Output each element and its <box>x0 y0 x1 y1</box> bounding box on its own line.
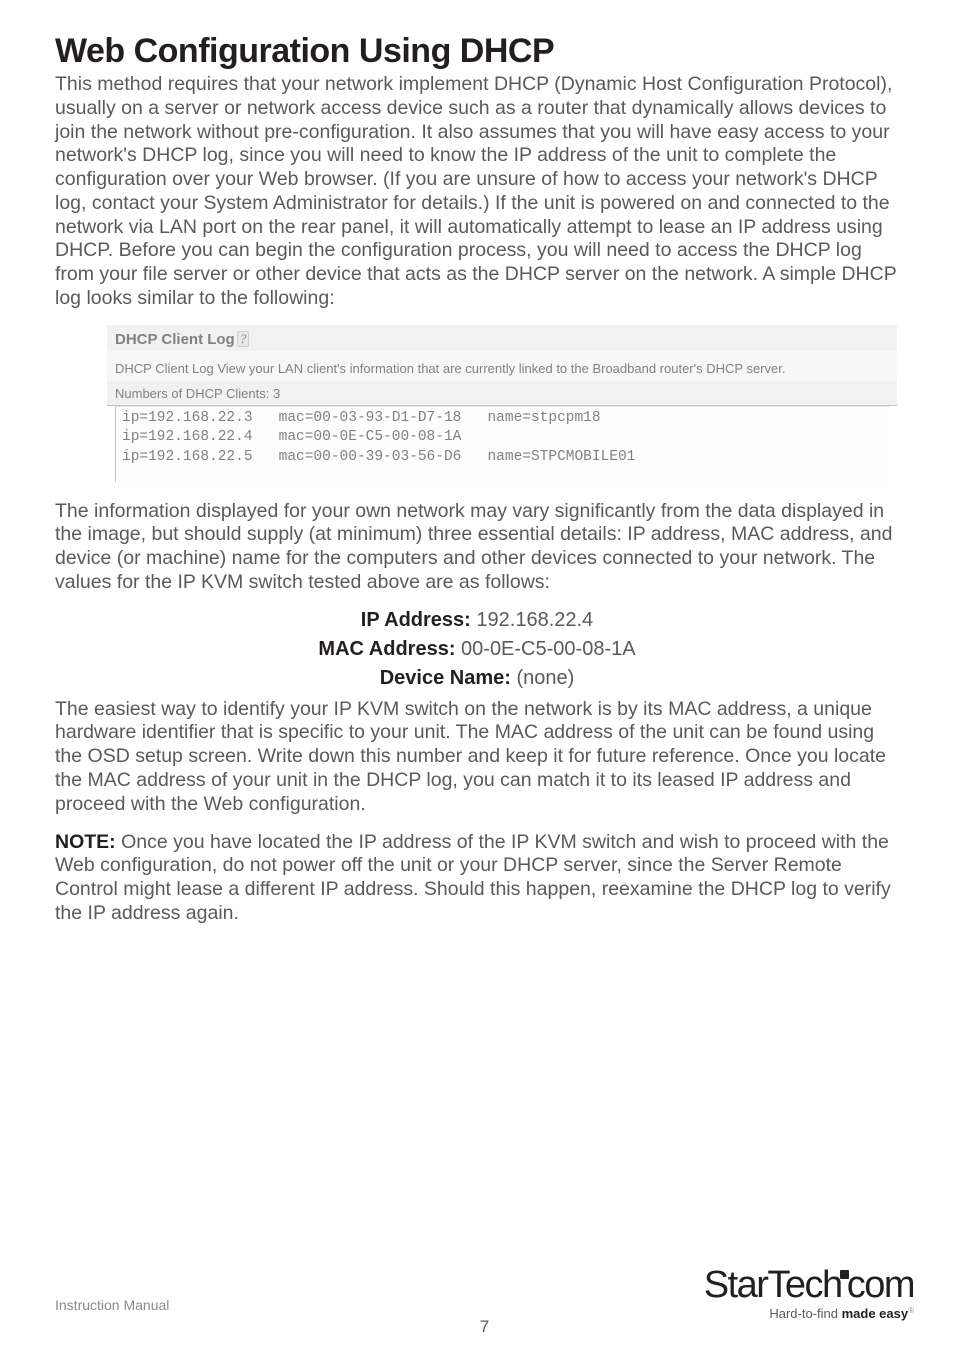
logo-part-com: com <box>847 1264 914 1306</box>
mac-address-value: 00-0E-C5-00-08-1A <box>461 638 636 660</box>
registered-mark: ® <box>908 1306 914 1315</box>
tagline-b: made easy <box>842 1306 909 1321</box>
device-name-label: Device Name: <box>380 667 517 689</box>
help-icon: ? <box>237 331 250 347</box>
footer-left-text: Instruction Manual <box>55 1297 169 1313</box>
identify-paragraph: The easiest way to identify your IP KVM … <box>55 698 899 817</box>
screenshot-log-body: ip=192.168.22.3 mac=00-03-93-D1-D7-18 na… <box>115 406 889 482</box>
ip-address-label: IP Address: <box>361 609 477 631</box>
screenshot-subtitle: DHCP Client Log View your LAN client's i… <box>107 351 897 382</box>
logo-part-tech: Tech <box>767 1264 841 1306</box>
page-heading: Web Configuration Using DHCP <box>55 32 899 71</box>
explanation-paragraph: The information displayed for your own n… <box>55 500 899 595</box>
note-label: NOTE: <box>55 831 121 853</box>
tagline-a: Hard-to-find <box>769 1306 841 1321</box>
page-footer: Instruction Manual 7 StarTechcom Hard-to… <box>55 1297 914 1315</box>
note-body: Once you have located the IP address of … <box>55 831 891 924</box>
intro-paragraph: This method requires that your network i… <box>55 73 899 311</box>
mac-address-label: MAC Address: <box>318 638 461 660</box>
dhcp-log-screenshot: DHCP Client Log ? DHCP Client Log View y… <box>107 325 897 482</box>
device-name-value: (none) <box>516 667 574 689</box>
values-block: IP Address: 192.168.22.4 MAC Address: 00… <box>55 609 899 690</box>
screenshot-title: DHCP Client Log <box>115 331 235 348</box>
brand-logo: StarTechcom Hard-to-find made easy® <box>704 1266 914 1321</box>
ip-address-value: 192.168.22.4 <box>476 609 593 631</box>
note-paragraph: NOTE: Once you have located the IP addre… <box>55 831 899 926</box>
screenshot-client-count: Numbers of DHCP Clients: 3 <box>107 382 897 406</box>
logo-part-star: Star <box>704 1264 768 1306</box>
client-count-label: Numbers of DHCP Clients: <box>115 386 273 401</box>
client-count-value: 3 <box>273 386 280 401</box>
